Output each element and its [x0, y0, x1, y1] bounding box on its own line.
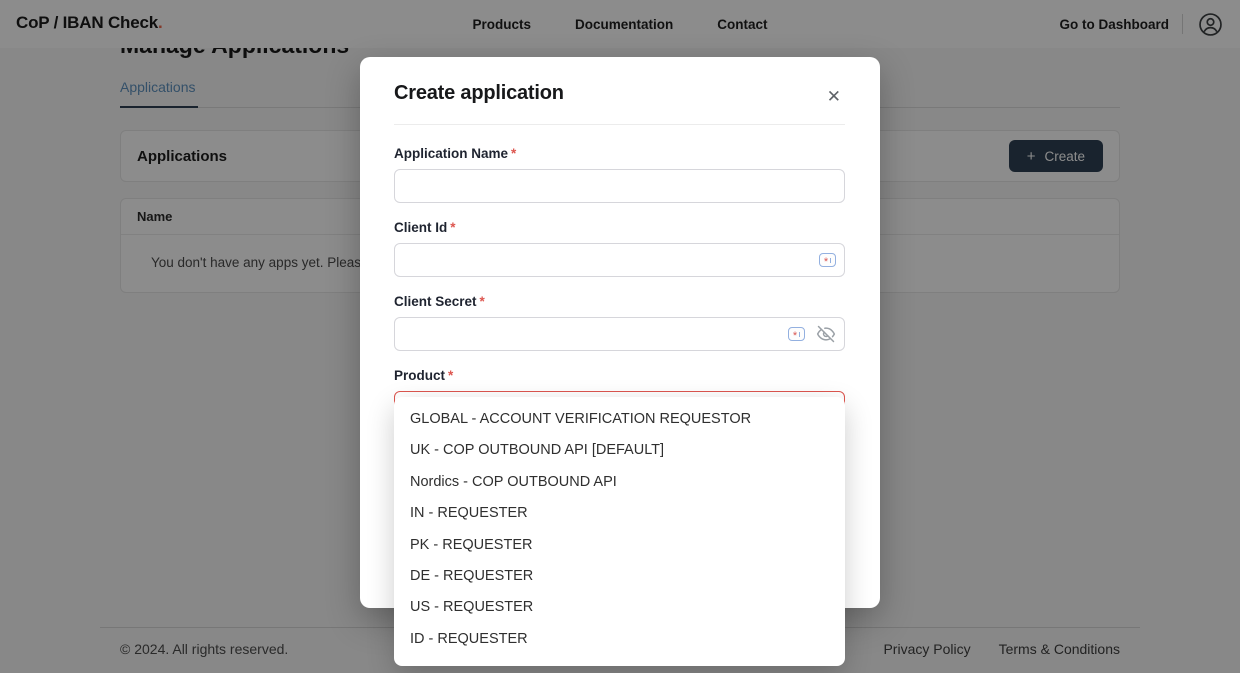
application-name-label: Application Name* [394, 146, 845, 161]
application-name-input[interactable] [394, 169, 845, 203]
client-secret-label: Client Secret* [394, 294, 845, 309]
product-option[interactable]: GLOBAL - ACCOUNT VERIFICATION REQUESTOR [394, 404, 845, 435]
product-option[interactable]: DE - REQUESTER [394, 561, 845, 592]
product-label: Product* [394, 368, 845, 383]
required-asterisk: * [480, 294, 485, 309]
modal-title: Create application [394, 82, 564, 105]
product-option[interactable]: PK - REQUESTER [394, 530, 845, 561]
field-client-id: Client Id* * [394, 220, 845, 277]
eye-off-icon[interactable] [816, 324, 836, 344]
field-client-secret: Client Secret* * [394, 294, 845, 351]
product-option[interactable]: ID - REQUESTER [394, 624, 845, 655]
autofill-icon[interactable]: * [788, 327, 805, 341]
product-dropdown-menu: GLOBAL - ACCOUNT VERIFICATION REQUESTOR … [394, 397, 845, 666]
autofill-icon[interactable]: * [819, 253, 836, 267]
modal-divider [394, 124, 845, 125]
close-icon[interactable]: ✕ [823, 84, 845, 109]
product-option[interactable]: IN - REQUESTER [394, 498, 845, 529]
product-option[interactable]: UK - COP OUTBOUND API [DEFAULT] [394, 435, 845, 466]
required-asterisk: * [450, 220, 455, 235]
client-id-label: Client Id* [394, 220, 845, 235]
product-option[interactable]: Nordics - COP OUTBOUND API [394, 467, 845, 498]
product-option[interactable]: US - REQUESTER [394, 592, 845, 623]
client-secret-input[interactable] [394, 317, 845, 351]
required-asterisk: * [511, 146, 516, 161]
client-id-input[interactable] [394, 243, 845, 277]
required-asterisk: * [448, 368, 453, 383]
field-application-name: Application Name* [394, 146, 845, 203]
